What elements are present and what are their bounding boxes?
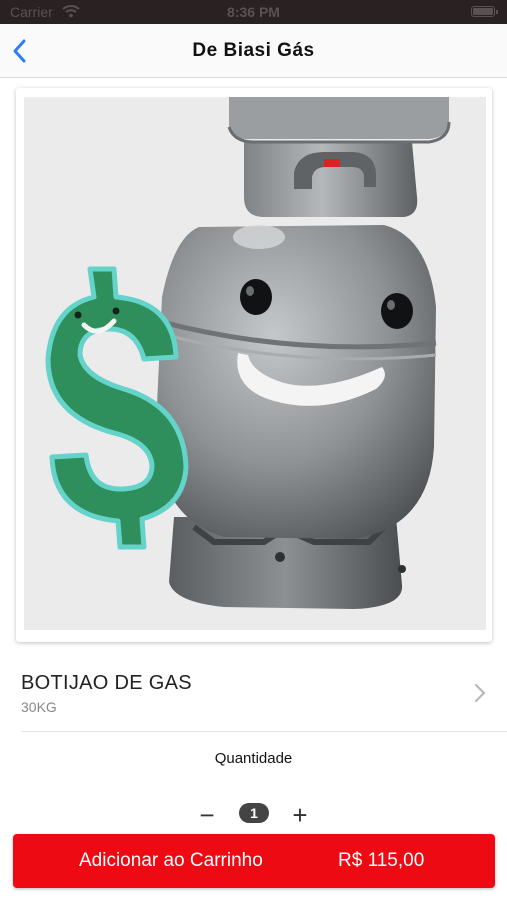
divider bbox=[21, 731, 507, 732]
cart-total-price: R$ 115,00 bbox=[338, 850, 425, 871]
product-variant: 30KG bbox=[21, 699, 57, 715]
quantity-stepper: − 1 + bbox=[190, 800, 320, 830]
increment-button[interactable]: + bbox=[288, 800, 312, 830]
navigation-bar: De Biasi Gás bbox=[0, 24, 507, 78]
clock: 8:36 PM bbox=[227, 4, 280, 20]
product-info-row[interactable]: BOTIJAO DE GAS 30KG bbox=[0, 655, 507, 731]
battery-tip bbox=[496, 10, 498, 14]
status-bar: Carrier 8:36 PM bbox=[0, 0, 507, 24]
quantity-value: 1 bbox=[239, 803, 269, 823]
decrement-button[interactable]: − bbox=[195, 800, 219, 830]
page-title: De Biasi Gás bbox=[192, 40, 315, 61]
battery-icon bbox=[471, 6, 495, 17]
quantity-label: Quantidade bbox=[214, 750, 293, 767]
add-to-cart-button[interactable]: Adicionar ao Carrinho R$ 115,00 bbox=[13, 834, 495, 888]
chevron-right-icon bbox=[475, 684, 486, 702]
product-name: BOTIJAO DE GAS bbox=[21, 672, 192, 694]
product-image-card bbox=[16, 88, 492, 642]
gas-cylinder-mascot-image bbox=[24, 97, 486, 630]
add-to-cart-label: Adicionar ao Carrinho bbox=[79, 850, 263, 871]
